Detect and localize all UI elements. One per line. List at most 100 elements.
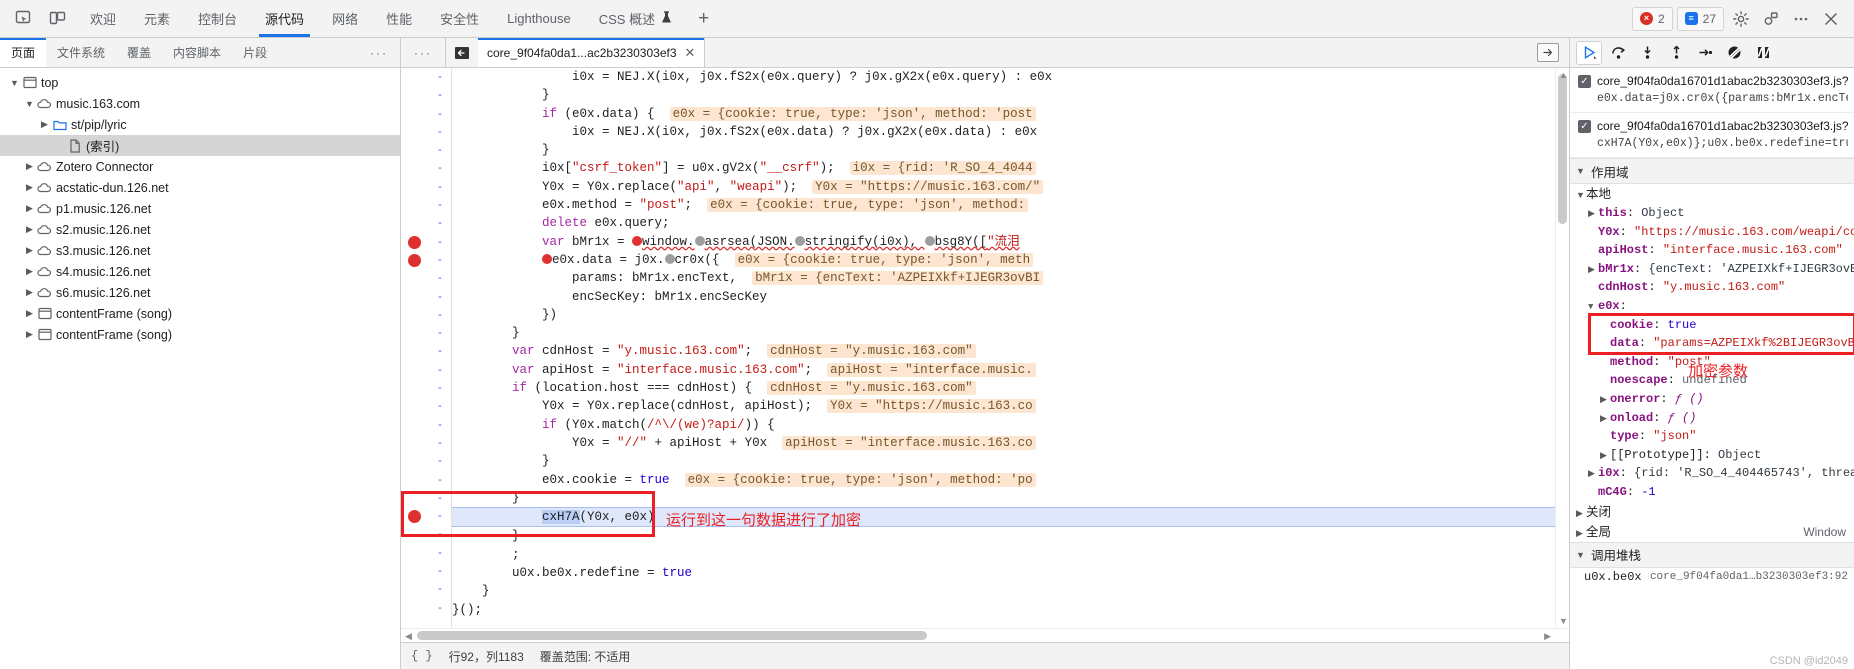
file-tree-item-8[interactable]: ▶ s3.music.126.net <box>0 240 400 261</box>
editor-more-button[interactable]: ··· <box>401 38 446 67</box>
fold-marker[interactable]: - <box>429 544 451 562</box>
chevron-right-icon[interactable]: ▶ <box>23 245 36 256</box>
scroll-down-icon[interactable]: ▼ <box>1559 616 1568 626</box>
breakpoint-marker[interactable] <box>408 235 421 249</box>
editor-vertical-scrollbar[interactable]: ▲ ▼ <box>1555 68 1569 628</box>
step-icon[interactable] <box>1692 41 1718 65</box>
close-icon[interactable] <box>1818 6 1844 32</box>
file-tree-item-1[interactable]: ▼ music.163.com <box>0 93 400 114</box>
add-tab-button[interactable]: + <box>686 0 721 37</box>
navigator-tab-0[interactable]: 页面 <box>0 38 47 67</box>
gear-icon[interactable] <box>1728 6 1754 32</box>
scope-variable-row[interactable]: ▶ onload: ƒ () <box>1570 409 1854 428</box>
close-icon[interactable]: ✕ <box>685 45 696 61</box>
chevron-down-icon[interactable]: ▼ <box>23 99 36 109</box>
chevron-right-icon[interactable]: ▶ <box>23 308 36 319</box>
navigator-more-button[interactable]: ··· <box>358 38 400 67</box>
fold-marker[interactable]: - <box>429 233 451 251</box>
scope-variable-row[interactable]: cdnHost: "y.music.163.com" <box>1570 278 1854 297</box>
navigator-tab-4[interactable]: 片段 <box>232 38 278 67</box>
chevron-right-icon[interactable]: ▶ <box>23 224 36 235</box>
fold-marker[interactable]: - <box>429 196 451 214</box>
fold-marker[interactable]: - <box>429 397 451 415</box>
fold-marker[interactable]: - <box>429 141 451 159</box>
main-tab-4[interactable]: 网络 <box>318 0 372 37</box>
breakpoint-marker[interactable] <box>408 254 421 267</box>
fold-marker[interactable]: - <box>429 288 451 306</box>
file-tree-item-7[interactable]: ▶ s2.music.126.net <box>0 219 400 240</box>
scope-variable-row[interactable]: ▶ this: Object <box>1570 204 1854 223</box>
chevron-right-icon[interactable]: ▶ <box>23 266 36 277</box>
scope-closure-row[interactable]: ▶ 关闭 <box>1570 502 1854 522</box>
navigator-tab-2[interactable]: 覆盖 <box>116 38 162 67</box>
devices-icon[interactable] <box>1758 6 1784 32</box>
file-tree-item-6[interactable]: ▶ p1.music.126.net <box>0 198 400 219</box>
breakpoint-checkbox[interactable]: ✓ <box>1578 75 1591 88</box>
scope-variable-row[interactable]: ▶bMr1x: {encText: 'AZPEIXkf+IJEGR3ovBRL/… <box>1570 260 1854 279</box>
chevron-right-icon[interactable]: ▶ <box>1588 205 1598 223</box>
chevron-down-icon[interactable]: ▼ <box>1588 298 1598 316</box>
fold-gutter[interactable]: ------------------------------ <box>429 68 452 628</box>
scope-variable-row[interactable]: ▶i0x: {rid: 'R_SO_4_404465743', threadId… <box>1570 464 1854 483</box>
fold-marker[interactable]: - <box>429 68 451 86</box>
main-tab-0[interactable]: 欢迎 <box>76 0 130 37</box>
step-into-icon[interactable] <box>1634 41 1660 65</box>
chevron-right-icon[interactable]: ▶ <box>23 287 36 298</box>
step-out-icon[interactable] <box>1663 41 1689 65</box>
scope-variable-row[interactable]: ▼ e0x: <box>1570 297 1854 316</box>
inspect-icon[interactable] <box>10 6 36 32</box>
chevron-right-icon[interactable]: ▶ <box>38 119 51 130</box>
main-tab-8[interactable]: CSS 概述 <box>585 0 686 37</box>
main-tab-6[interactable]: 安全性 <box>426 0 493 37</box>
main-tab-1[interactable]: 元素 <box>130 0 184 37</box>
fold-marker[interactable]: - <box>429 416 451 434</box>
chevron-right-icon[interactable]: ▶ <box>1600 447 1610 465</box>
fold-marker[interactable]: - <box>429 342 451 360</box>
fold-marker[interactable]: - <box>429 434 451 452</box>
fold-marker[interactable]: - <box>429 379 451 397</box>
breakpoint-checkbox[interactable]: ✓ <box>1578 120 1591 133</box>
fold-marker[interactable]: - <box>429 269 451 287</box>
chevron-down-icon[interactable]: ▼ <box>8 78 21 88</box>
fold-marker[interactable]: - <box>429 489 451 507</box>
fold-marker[interactable]: - <box>429 86 451 104</box>
code-view[interactable]: ------------------------------ i0x = NEJ… <box>401 68 1569 628</box>
chevron-right-icon[interactable]: ▶ <box>1588 465 1598 483</box>
fold-marker[interactable]: - <box>429 105 451 123</box>
breakpoint-gutter[interactable] <box>401 68 429 628</box>
fold-marker[interactable]: - <box>429 306 451 324</box>
fold-marker[interactable]: - <box>429 251 451 269</box>
file-tree-item-9[interactable]: ▶ s4.music.126.net <box>0 261 400 282</box>
breakpoint-list-item[interactable]: ✓ core_9f04fa0da16701d1abac2b3230303ef3.j… <box>1570 68 1854 113</box>
chevron-right-icon[interactable]: ▶ <box>23 203 36 214</box>
fold-marker[interactable]: - <box>429 361 451 379</box>
fold-marker[interactable]: - <box>429 562 451 580</box>
main-tab-3[interactable]: 源代码 <box>251 0 318 37</box>
main-tab-7[interactable]: Lighthouse <box>493 0 585 37</box>
fold-marker[interactable]: - <box>429 178 451 196</box>
main-tab-2[interactable]: 控制台 <box>184 0 251 37</box>
scroll-up-icon[interactable]: ▲ <box>1559 70 1568 80</box>
device-toolbar-icon[interactable] <box>44 6 70 32</box>
scope-variable-row[interactable]: apiHost: "interface.music.163.com" <box>1570 241 1854 260</box>
fold-marker[interactable]: - <box>429 214 451 232</box>
fold-marker[interactable]: - <box>429 599 451 617</box>
file-tree-item-10[interactable]: ▶ s6.music.126.net <box>0 282 400 303</box>
show-navigator-icon[interactable] <box>446 38 478 67</box>
resume-icon[interactable] <box>1576 40 1602 65</box>
scope-variable-row[interactable]: Y0x: "https://music.163.com/weapi/commen… <box>1570 223 1854 242</box>
scope-variable-row[interactable]: ▶ onerror: ƒ () <box>1570 390 1854 409</box>
file-tree-item-3[interactable]: (索引) <box>0 135 400 156</box>
scope-variable-row[interactable]: ▶ [[Prototype]]: Object <box>1570 446 1854 465</box>
scope-variable-row[interactable]: data: "params=AZPEIXkf%2BIJEGR3ovBRL%2FN… <box>1570 334 1854 353</box>
scroll-left-icon[interactable]: ◀ <box>405 631 412 642</box>
navigator-tab-1[interactable]: 文件系统 <box>46 38 116 67</box>
scope-section-header[interactable]: ▼ 作用域 <box>1570 158 1854 184</box>
fold-marker[interactable]: - <box>429 123 451 141</box>
file-tree-item-2[interactable]: ▶ st/pip/lyric <box>0 114 400 135</box>
error-counter[interactable]: × 2 <box>1631 6 1673 31</box>
fold-marker[interactable]: - <box>429 471 451 489</box>
scope-local-header[interactable]: ▼本地 <box>1570 184 1854 204</box>
file-tree-item-5[interactable]: ▶ acstatic-dun.126.net <box>0 177 400 198</box>
chevron-right-icon[interactable]: ▶ <box>1600 391 1610 409</box>
